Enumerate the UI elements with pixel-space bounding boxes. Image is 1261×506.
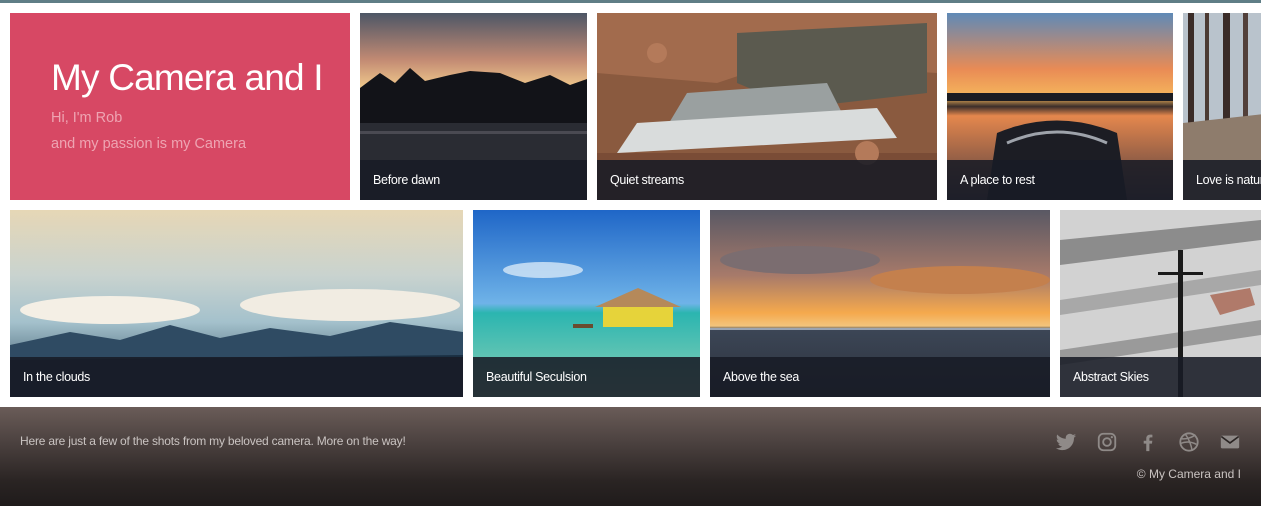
gallery-item-above-the-sea[interactable]: Above the sea <box>710 210 1050 397</box>
site-title: My Camera and I <box>51 57 324 98</box>
site-footer: Here are just a few of the shots from my… <box>0 407 1261 506</box>
gallery-caption: Love is nature <box>1183 160 1261 200</box>
copyright-text: © My Camera and I <box>1136 467 1241 481</box>
instagram-icon[interactable] <box>1096 431 1118 453</box>
gallery-caption: In the clouds <box>10 357 463 397</box>
intro-tagline: and my passion is my Camera <box>51 136 247 152</box>
facebook-icon[interactable] <box>1137 431 1159 453</box>
twitter-icon[interactable] <box>1055 431 1077 453</box>
gallery-item-love-is-nature[interactable]: Love is nature <box>1183 13 1261 200</box>
gallery-caption: Before dawn <box>360 160 587 200</box>
gallery-item-before-dawn[interactable]: Before dawn <box>360 13 587 200</box>
footer-text: Here are just a few of the shots from my… <box>20 434 406 448</box>
gallery-item-quiet-streams[interactable]: Quiet streams <box>597 13 937 200</box>
gallery-caption: Quiet streams <box>597 160 937 200</box>
gallery-item-beautiful-seculsion[interactable]: Beautiful Seculsion <box>473 210 700 397</box>
social-links <box>1055 431 1241 453</box>
gallery-item-a-place-to-rest[interactable]: A place to rest <box>947 13 1173 200</box>
gallery-item-in-the-clouds[interactable]: In the clouds <box>10 210 463 397</box>
gallery-caption: Abstract Skies <box>1060 357 1261 397</box>
dribbble-icon[interactable] <box>1178 431 1200 453</box>
gallery-caption: Above the sea <box>710 357 1050 397</box>
top-accent-bar <box>0 0 1261 3</box>
gallery-caption: Beautiful Seculsion <box>473 357 700 397</box>
email-icon[interactable] <box>1219 431 1241 453</box>
gallery-item-abstract-skies[interactable]: Abstract Skies <box>1060 210 1261 397</box>
gallery-caption: A place to rest <box>947 160 1173 200</box>
intro-panel: My Camera and I Hi, I'm Rob and my passi… <box>10 13 350 200</box>
intro-greeting: Hi, I'm Rob <box>51 110 123 126</box>
